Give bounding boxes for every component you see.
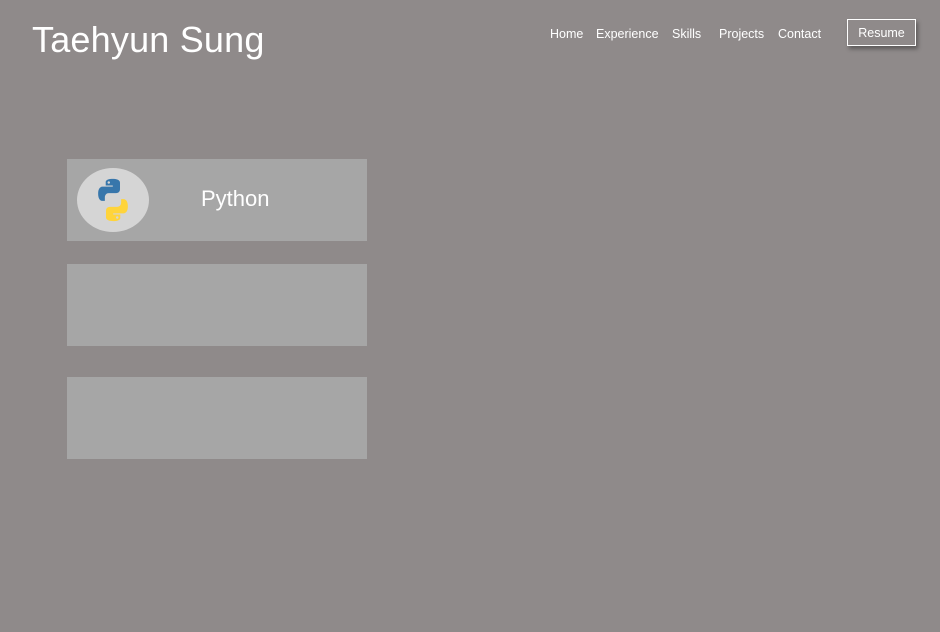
- skill-logo: [77, 168, 149, 232]
- skill-name: Python: [201, 186, 270, 211]
- nav-skills-link[interactable]: Skills: [672, 26, 701, 42]
- nav-home-link[interactable]: Home: [550, 26, 583, 42]
- skill-card[interactable]: [67, 264, 367, 346]
- python-logo-icon: [98, 178, 128, 222]
- nav-projects-link[interactable]: Projects: [719, 26, 764, 42]
- resume-button[interactable]: Resume: [847, 19, 916, 46]
- site-title: Taehyun Sung: [32, 19, 265, 60]
- skill-card-python[interactable]: Python: [67, 159, 367, 241]
- skill-card[interactable]: [67, 377, 367, 459]
- nav-contact-link[interactable]: Contact: [778, 26, 821, 42]
- nav-experience-link[interactable]: Experience: [596, 26, 659, 42]
